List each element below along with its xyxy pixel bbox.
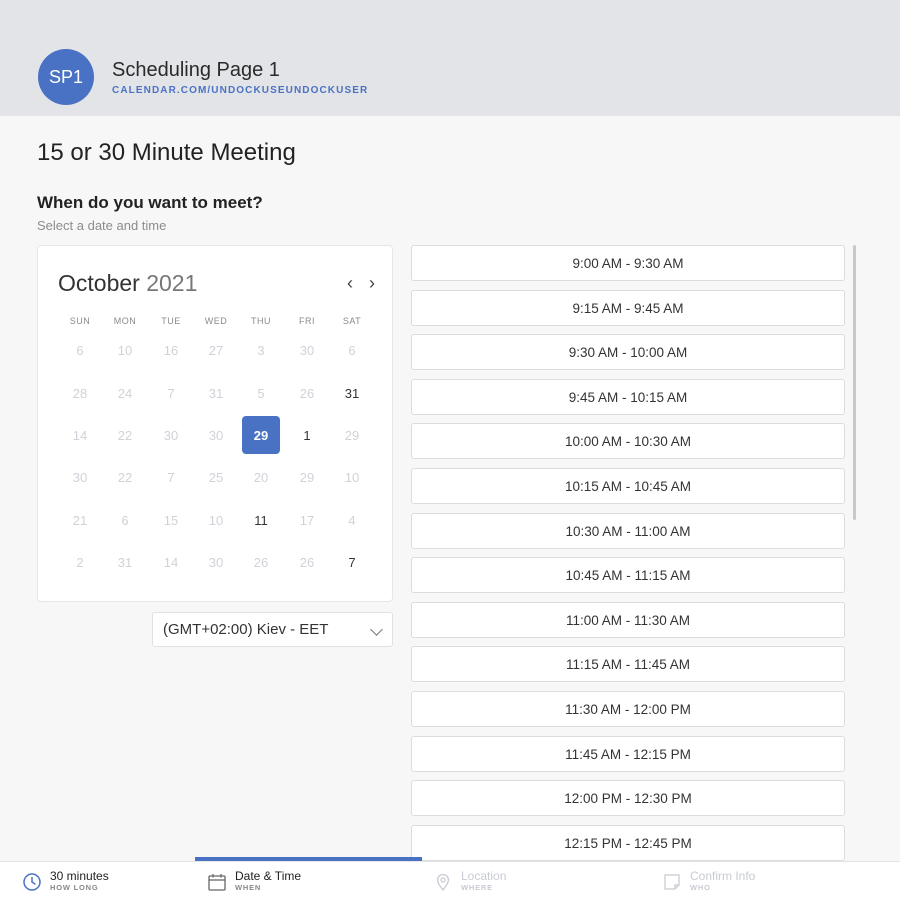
step-label: Location bbox=[461, 869, 507, 883]
step-sublabel: WHEN bbox=[235, 883, 262, 892]
weekday-header: MON bbox=[113, 316, 137, 326]
calendar-day-unavailable: 31 bbox=[117, 554, 133, 570]
section-subtitle: Select a date and time bbox=[37, 218, 167, 233]
section-heading: When do you want to meet? bbox=[37, 193, 263, 212]
scheduling-page-url[interactable]: CALENDAR.COM/UNDOCKUSEUNDOCKUSER bbox=[112, 85, 368, 96]
calendar-day-unavailable: 21 bbox=[72, 512, 88, 528]
calendar-day-unavailable: 27 bbox=[208, 342, 224, 358]
timezone-select[interactable]: (GMT+02:00) Kiev - EET bbox=[152, 612, 393, 647]
time-slot-button[interactable]: 12:00 PM - 12:30 PM bbox=[411, 780, 845, 816]
time-slot-button[interactable]: 11:00 AM - 11:30 AM bbox=[411, 602, 845, 638]
calendar-day-unavailable: 3 bbox=[257, 342, 265, 358]
avatar: SP1 bbox=[38, 49, 94, 105]
time-slot-scrollbar[interactable] bbox=[853, 245, 856, 520]
time-slot-button[interactable]: 11:45 AM - 12:15 PM bbox=[411, 736, 845, 772]
chevron-left-icon: ‹ bbox=[347, 272, 353, 293]
time-slot-button[interactable]: 9:30 AM - 10:00 AM bbox=[411, 334, 845, 370]
calendar-day-unavailable: 22 bbox=[117, 469, 133, 485]
time-slot-button[interactable]: 10:00 AM - 10:30 AM bbox=[411, 423, 845, 459]
step-label: Confirm Info bbox=[690, 869, 756, 883]
time-slot-button[interactable]: 9:45 AM - 10:15 AM bbox=[411, 379, 845, 415]
calendar-day-unavailable: 6 bbox=[76, 342, 84, 358]
calendar-day-unavailable: 30 bbox=[299, 342, 315, 358]
calendar-day-unavailable: 10 bbox=[117, 342, 133, 358]
time-slot-button[interactable]: 10:30 AM - 11:00 AM bbox=[411, 513, 845, 549]
time-slot-button[interactable]: 12:15 PM - 12:45 PM bbox=[411, 825, 845, 861]
time-slot-button[interactable]: 11:15 AM - 11:45 AM bbox=[411, 646, 845, 682]
calendar-day-unavailable: 14 bbox=[72, 427, 88, 443]
time-slot-button[interactable]: 10:45 AM - 11:15 AM bbox=[411, 557, 845, 593]
calendar-day-unavailable: 29 bbox=[299, 469, 315, 485]
calendar-day-unavailable: 16 bbox=[163, 342, 179, 358]
timezone-value: (GMT+02:00) Kiev - EET bbox=[163, 621, 329, 638]
time-slot-button[interactable]: 9:00 AM - 9:30 AM bbox=[411, 245, 845, 281]
calendar-day-unavailable: 24 bbox=[117, 385, 133, 401]
weekday-header: TUE bbox=[161, 316, 181, 326]
header: SP1 Scheduling Page 1 CALENDAR.COM/UNDOC… bbox=[0, 0, 900, 116]
calendar-day-unavailable: 30 bbox=[208, 554, 224, 570]
calendar-day-unavailable: 26 bbox=[299, 385, 315, 401]
calendar-day[interactable]: 7 bbox=[333, 543, 371, 581]
calendar-day-selected[interactable]: 29 bbox=[242, 416, 280, 454]
time-slot-button[interactable]: 11:30 AM - 12:00 PM bbox=[411, 691, 845, 727]
step-how-long[interactable]: 30 minutes HOW LONG bbox=[22, 862, 109, 900]
page-title: 15 or 30 Minute Meeting bbox=[37, 139, 296, 166]
previous-month-button[interactable]: ‹ bbox=[342, 272, 358, 294]
calendar-day-unavailable: 30 bbox=[72, 469, 88, 485]
weekday-header: SAT bbox=[342, 316, 362, 326]
calendar-day-unavailable: 10 bbox=[344, 469, 360, 485]
weekday-header: THU bbox=[251, 316, 271, 326]
calendar-day-unavailable: 15 bbox=[163, 512, 179, 528]
calendar-day-unavailable: 31 bbox=[208, 385, 224, 401]
calendar-day-unavailable: 2 bbox=[76, 554, 84, 570]
step-label: 30 minutes bbox=[50, 869, 109, 883]
calendar-year: 2021 bbox=[146, 270, 198, 296]
location-pin-icon bbox=[436, 873, 450, 891]
calendar-day-unavailable: 26 bbox=[299, 554, 315, 570]
step-when[interactable]: Date & Time WHEN bbox=[207, 862, 301, 900]
calendar-day-unavailable: 14 bbox=[163, 554, 179, 570]
calendar-day-unavailable: 30 bbox=[163, 427, 179, 443]
booking-steps-footer: 30 minutes HOW LONG Date & Time WHEN Loc… bbox=[0, 861, 900, 900]
calendar-day-unavailable: 17 bbox=[299, 512, 315, 528]
calendar-day-unavailable: 7 bbox=[167, 469, 175, 485]
calendar-day[interactable]: 1 bbox=[288, 416, 326, 454]
calendar-day-unavailable: 26 bbox=[253, 554, 269, 570]
calendar-day-unavailable: 30 bbox=[208, 427, 224, 443]
calendar-icon bbox=[208, 873, 226, 891]
calendar-day-unavailable: 6 bbox=[348, 342, 356, 358]
calendar-day-unavailable: 5 bbox=[257, 385, 265, 401]
weekday-header: SUN bbox=[69, 316, 91, 326]
step-sublabel: HOW LONG bbox=[50, 883, 99, 892]
calendar-day-unavailable: 6 bbox=[121, 512, 129, 528]
next-month-button[interactable]: › bbox=[364, 272, 380, 294]
time-slot-button[interactable]: 10:15 AM - 10:45 AM bbox=[411, 468, 845, 504]
step-where[interactable]: Location WHERE bbox=[433, 862, 506, 900]
step-label: Date & Time bbox=[235, 869, 302, 883]
clock-icon bbox=[23, 872, 41, 891]
calendar-day[interactable]: 11 bbox=[242, 501, 280, 539]
note-icon bbox=[664, 873, 680, 890]
chevron-down-icon bbox=[370, 623, 383, 636]
weekday-header: WED bbox=[204, 316, 228, 326]
chevron-right-icon: › bbox=[369, 272, 375, 293]
date-picker-calendar: October 2021 ‹ › SUN MON TUE WED THU FRI SAT 6 1… bbox=[37, 245, 393, 602]
step-who[interactable]: Confirm Info WHO bbox=[662, 862, 755, 900]
step-sublabel: WHO bbox=[690, 883, 711, 892]
calendar-day-unavailable: 29 bbox=[344, 427, 360, 443]
weekday-header: FRI bbox=[299, 316, 315, 326]
calendar-day-unavailable: 4 bbox=[348, 512, 356, 528]
calendar-day-unavailable: 25 bbox=[208, 469, 224, 485]
calendar-day[interactable]: 31 bbox=[333, 374, 371, 412]
scheduling-page-name: Scheduling Page 1 bbox=[112, 59, 280, 81]
calendar-day-unavailable: 22 bbox=[117, 427, 133, 443]
step-sublabel: WHERE bbox=[461, 883, 493, 892]
calendar-day-unavailable: 28 bbox=[72, 385, 88, 401]
time-slot-button[interactable]: 9:15 AM - 9:45 AM bbox=[411, 290, 845, 326]
calendar-day-unavailable: 10 bbox=[208, 512, 224, 528]
calendar-month: October bbox=[58, 270, 140, 296]
calendar-day-unavailable: 20 bbox=[253, 469, 269, 485]
calendar-month-year: October 2021 bbox=[58, 270, 197, 297]
calendar-day-unavailable: 7 bbox=[167, 385, 175, 401]
